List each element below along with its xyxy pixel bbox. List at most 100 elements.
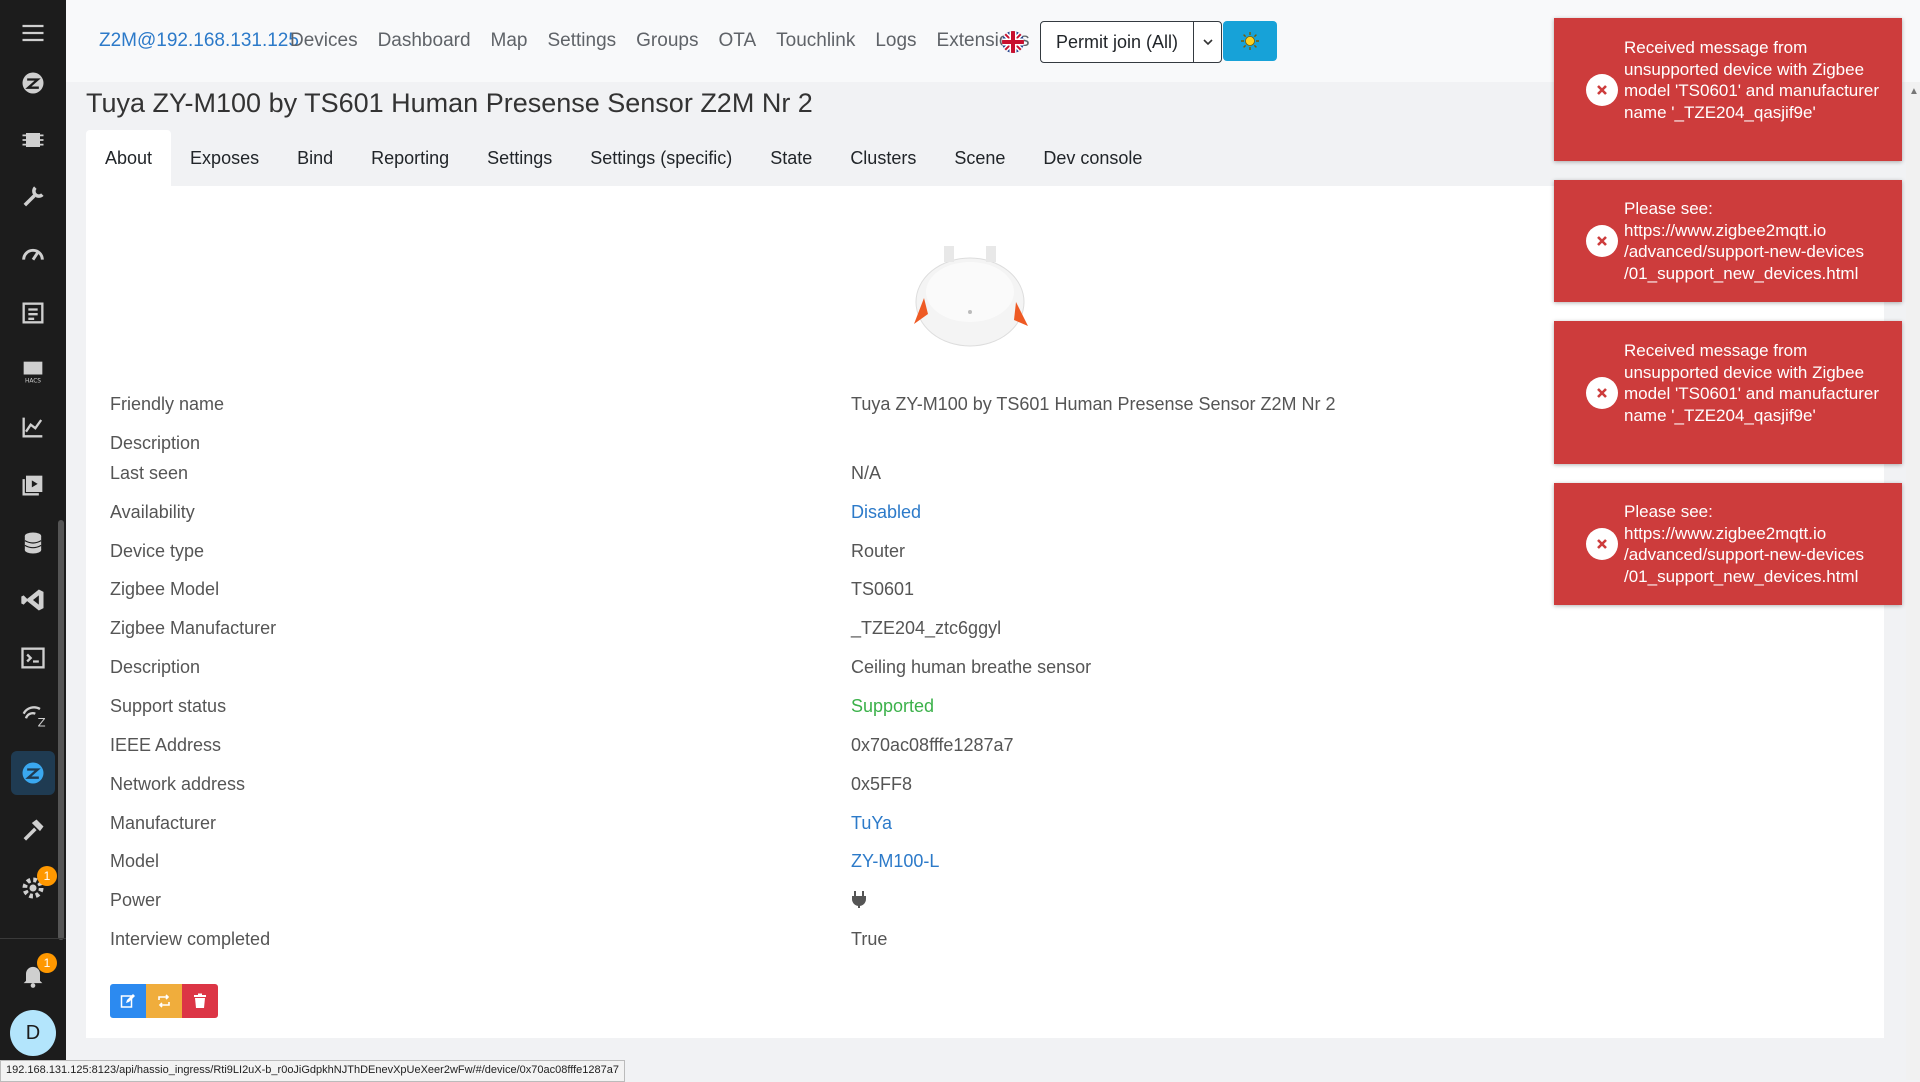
edit-button[interactable]: [110, 984, 146, 1018]
chip-icon[interactable]: [11, 118, 55, 162]
info-key: Manufacturer: [110, 813, 217, 833]
info-value: 0x5FF8: [851, 774, 913, 794]
status-url: 192.168.131.125:8123/api/hassio_ingress/…: [0, 1060, 625, 1082]
nav-map[interactable]: Map: [491, 30, 528, 52]
nav-dashboard[interactable]: Dashboard: [378, 30, 471, 52]
avatar[interactable]: D: [10, 1010, 56, 1056]
notifications-badge: 1: [37, 953, 57, 973]
z2m-icon[interactable]: [11, 751, 55, 795]
device-actions: [110, 984, 218, 1018]
theme-toggle-button[interactable]: [1223, 21, 1277, 61]
info-key: Zigbee Manufacturer: [110, 618, 277, 638]
device-about-card: Friendly name Tuya ZY-M100 by TS601 Human…: [86, 186, 1884, 1038]
nav-touchlink[interactable]: Touchlink: [776, 30, 855, 52]
svg-text:HACS: HACS: [25, 379, 41, 385]
delete-button[interactable]: [182, 984, 218, 1018]
info-key: Friendly name: [110, 394, 225, 414]
nav-groups[interactable]: Groups: [636, 30, 698, 52]
scroll-up-icon[interactable]: ▲: [1909, 86, 1919, 97]
nav-links: Devices Dashboard Map Settings Groups OT…: [290, 30, 1050, 52]
hacs-icon[interactable]: HACS: [11, 349, 55, 393]
tab-state[interactable]: State: [751, 130, 831, 186]
info-key: IEEE Address: [110, 735, 222, 755]
tab-about[interactable]: About: [86, 130, 172, 186]
info-key: Model: [110, 851, 160, 871]
info-key: Description: [110, 433, 201, 453]
bell-icon[interactable]: 1: [11, 953, 57, 997]
tab-clusters[interactable]: Clusters: [831, 130, 935, 186]
error-toast[interactable]: Please see: https://www.zigbee2mqtt.io /…: [1554, 180, 1902, 302]
database-icon[interactable]: [11, 521, 55, 565]
info-key: Description: [110, 657, 201, 677]
error-toast[interactable]: Please see: https://www.zigbee2mqtt.io /…: [1554, 483, 1902, 605]
sidebar-scrollbar[interactable]: [58, 520, 64, 940]
info-value[interactable]: Disabled: [851, 502, 921, 523]
close-circle-icon[interactable]: [1586, 225, 1618, 257]
settings-badge: 1: [37, 866, 57, 886]
info-value: Supported: [851, 696, 935, 716]
tab-settings-specific[interactable]: Settings (specific): [571, 130, 751, 186]
close-circle-icon[interactable]: [1586, 528, 1618, 560]
info-value: _TZE204_ztc6ggyl: [851, 618, 1002, 638]
menu-icon[interactable]: [11, 11, 55, 55]
uk-flag-icon[interactable]: [1001, 30, 1025, 54]
sidebar-divider: [0, 938, 66, 939]
tab-reporting[interactable]: Reporting: [352, 130, 468, 186]
permit-join-button[interactable]: Permit join (All): [1040, 21, 1222, 63]
info-key: Device type: [110, 541, 205, 561]
terminal-icon[interactable]: [11, 636, 55, 680]
list-icon[interactable]: [11, 291, 55, 335]
chart-icon[interactable]: [11, 405, 55, 449]
close-circle-icon[interactable]: [1586, 377, 1618, 409]
hammer-icon[interactable]: [11, 808, 55, 852]
toast-message: Received message from unsupported device…: [1624, 38, 1880, 122]
close-circle-icon[interactable]: [1586, 74, 1618, 106]
info-value: Router: [851, 541, 906, 561]
edit-icon: [120, 994, 135, 1008]
info-value: True: [851, 929, 888, 949]
svg-text:Z: Z: [38, 716, 46, 730]
tab-bind[interactable]: Bind: [278, 130, 352, 186]
vscode-icon[interactable]: [11, 578, 55, 622]
info-value: Ceiling human breathe sensor: [851, 657, 1092, 677]
rename-button[interactable]: [146, 984, 182, 1018]
device-image: [914, 246, 1028, 347]
tab-settings[interactable]: Settings: [468, 130, 571, 186]
trash-icon: [194, 993, 206, 1008]
nav-logs[interactable]: Logs: [875, 30, 916, 52]
info-key: Interview completed: [110, 929, 271, 949]
info-key: Power: [110, 890, 162, 910]
media-icon[interactable]: [11, 463, 55, 507]
nav-ota[interactable]: OTA: [718, 30, 756, 52]
info-key: Support status: [110, 696, 227, 716]
tab-scene[interactable]: Scene: [935, 130, 1024, 186]
page-title: Tuya ZY-M100 by TS601 Human Presense Sen…: [86, 88, 813, 118]
page-scrollbar[interactable]: ▲: [1906, 82, 1920, 1080]
tab-dev-console[interactable]: Dev console: [1024, 130, 1161, 186]
speedometer-icon[interactable]: [11, 233, 55, 277]
error-toast[interactable]: Received message from unsupported device…: [1554, 321, 1902, 464]
error-toast[interactable]: Received message from unsupported device…: [1554, 18, 1902, 161]
toast-message: Please see: https://www.zigbee2mqtt.io /…: [1624, 199, 1865, 283]
tab-exposes[interactable]: Exposes: [171, 130, 278, 186]
info-key: Zigbee Model: [110, 579, 220, 599]
nav-settings[interactable]: Settings: [548, 30, 617, 52]
info-value: N/A: [851, 463, 882, 483]
settings-icon[interactable]: 1: [11, 866, 57, 910]
nav-devices[interactable]: Devices: [290, 30, 358, 52]
zigbee-icon[interactable]: [11, 61, 55, 105]
brand-link[interactable]: Z2M@192.168.131.125: [99, 30, 299, 52]
info-value[interactable]: ZY-M100-L: [851, 851, 939, 872]
zwave-icon[interactable]: Z: [11, 694, 55, 738]
permit-join-label[interactable]: Permit join (All): [1041, 22, 1194, 62]
wrench-icon[interactable]: [11, 175, 55, 219]
info-value[interactable]: TuYa: [851, 813, 892, 834]
chevron-down-icon[interactable]: [1194, 22, 1221, 62]
toast-message: Please see: https://www.zigbee2mqtt.io /…: [1624, 502, 1865, 586]
info-value: TS0601: [851, 579, 915, 599]
ha-sidebar: HACS Z 1 1 D: [0, 0, 66, 1080]
toast-message: Received message from unsupported device…: [1624, 341, 1880, 425]
info-key: Last seen: [110, 463, 189, 483]
info-key: Network address: [110, 774, 246, 794]
plug-icon: [851, 890, 867, 913]
